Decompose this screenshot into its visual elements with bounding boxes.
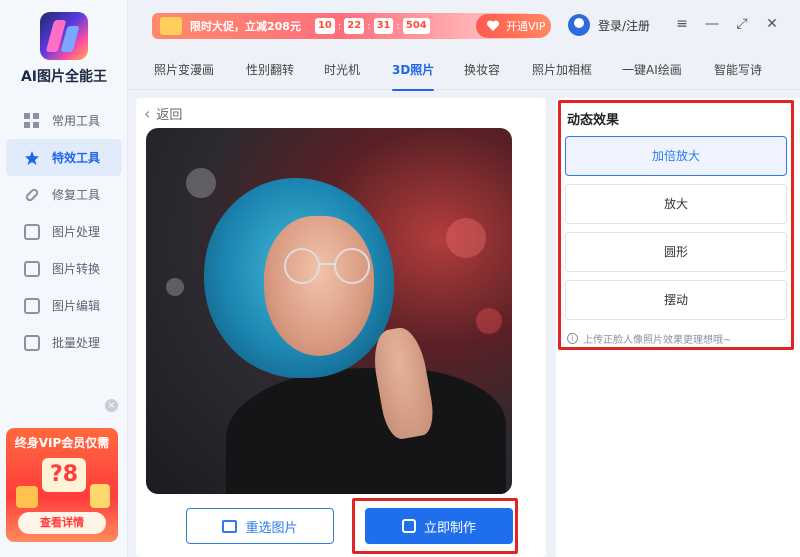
promo-close-icon[interactable]: ×: [105, 399, 118, 412]
effect-zoom[interactable]: 放大: [565, 184, 787, 224]
effects-tip: i 上传正脸人像照片效果更理想哦~: [567, 331, 731, 346]
gift-icon: [160, 17, 182, 35]
open-vip-button[interactable]: 开通VIP: [476, 14, 551, 38]
sidebar-item-batch[interactable]: 批量处理: [6, 324, 122, 361]
convert-icon: [24, 260, 40, 277]
feature-tabs: 照片变漫画 性别翻转 时光机 3D照片 换妆容 照片加相框 一键AI绘画 智能写…: [128, 52, 800, 91]
sidebar-nav: 常用工具 特效工具 修复工具 图片处理 图片转换 图片编辑 批量处理: [6, 102, 122, 361]
login-button[interactable]: 登录/注册: [568, 14, 650, 36]
sidebar-item-repair-tools[interactable]: 修复工具: [6, 176, 122, 213]
dynamic-effects-panel: 动态效果 加倍放大 放大 圆形 摆动 i 上传正脸人像照片效果更理想哦~: [558, 100, 794, 350]
sidebar-item-effect-tools[interactable]: 特效工具: [6, 139, 122, 176]
effect-circle[interactable]: 圆形: [565, 232, 787, 272]
minimize-icon[interactable]: —: [704, 16, 720, 32]
image-icon: [222, 519, 238, 533]
tab-3d-photo[interactable]: 3D照片: [380, 52, 446, 91]
tab-makeup[interactable]: 换妆容: [464, 52, 500, 90]
sidebar-item-label: 图片编辑: [52, 299, 101, 313]
sidebar-item-label: 特效工具: [52, 151, 101, 165]
tab-smart-poem[interactable]: 智能写诗: [714, 52, 762, 90]
reselect-label: 重选图片: [245, 520, 298, 536]
flash-sale-banner[interactable]: 限时大促，立减208元 10 : 22 : 31 : 504: [152, 13, 532, 39]
promo-details-button[interactable]: 查看详情: [18, 512, 106, 534]
edit-icon: [24, 297, 40, 314]
effect-double-zoom[interactable]: 加倍放大: [565, 136, 787, 176]
back-label: 返回: [156, 108, 183, 123]
sidebar-item-image-convert[interactable]: 图片转换: [6, 250, 122, 287]
login-label: 登录/注册: [598, 18, 651, 33]
user-avatar-icon: [568, 14, 590, 36]
tab-gender-swap[interactable]: 性别翻转: [246, 52, 294, 90]
maximize-icon[interactable]: ⤢: [734, 16, 750, 32]
image-icon: [24, 223, 40, 240]
effect-swing[interactable]: 摆动: [565, 280, 787, 320]
vip-promo-card[interactable]: 终身VIP会员仅需 ?8 查看详情: [6, 428, 118, 542]
tab-time-machine[interactable]: 时光机: [324, 52, 360, 90]
sidebar-item-common-tools[interactable]: 常用工具: [6, 102, 122, 139]
promo-price: ?8: [42, 458, 86, 492]
star-icon: [24, 150, 40, 166]
open-vip-label: 开通VIP: [506, 20, 546, 33]
main-panel: ‹ 返回 重选图片 立即制作: [136, 98, 546, 557]
close-icon[interactable]: ✕: [764, 16, 780, 32]
tab-ai-painting[interactable]: 一键AI绘画: [622, 52, 682, 90]
sidebar-item-label: 图片转换: [52, 262, 101, 276]
app-logo: [40, 12, 88, 60]
vip-heart-icon: [486, 19, 500, 33]
gift-icon: [16, 486, 38, 508]
promo-title: 终身VIP会员仅需: [14, 436, 110, 450]
reselect-image-button[interactable]: 重选图片: [186, 508, 334, 544]
make-button-highlight: [352, 498, 518, 554]
upload-icon: [24, 334, 40, 351]
gift-icon: [90, 484, 110, 508]
sidebar-item-label: 图片处理: [52, 225, 101, 239]
bandage-icon: [24, 187, 40, 203]
sidebar-item-label: 批量处理: [52, 336, 101, 350]
sidebar-item-label: 修复工具: [52, 188, 101, 202]
sidebar-item-label: 常用工具: [52, 114, 101, 128]
app-title: AI图片全能王: [20, 69, 108, 85]
countdown-minutes: 22: [344, 18, 365, 34]
preview-image: [146, 128, 512, 494]
countdown-ms: 504: [402, 18, 430, 34]
sidebar-item-image-processing[interactable]: 图片处理: [6, 213, 122, 250]
countdown-hours: 10: [314, 18, 335, 34]
sidebar: AI图片全能王 常用工具 特效工具 修复工具 图片处理 图片转换 图片编辑 批量…: [0, 0, 128, 557]
tab-photo-to-comic[interactable]: 照片变漫画: [154, 52, 214, 90]
sidebar-item-image-edit[interactable]: 图片编辑: [6, 287, 122, 324]
info-icon: i: [567, 333, 578, 344]
menu-icon[interactable]: ≡: [674, 16, 690, 32]
back-button[interactable]: ‹ 返回: [144, 104, 182, 123]
tip-text: 上传正脸人像照片效果更理想哦~: [583, 335, 732, 346]
flash-sale-text: 限时大促，立减208元: [190, 20, 301, 33]
top-bar: 限时大促，立减208元 10 : 22 : 31 : 504 开通VIP 登录/…: [128, 0, 800, 52]
chevron-left-icon: ‹: [144, 104, 151, 123]
grid-icon: [24, 112, 40, 129]
tab-photo-frame[interactable]: 照片加相框: [532, 52, 592, 90]
countdown-seconds: 31: [373, 18, 394, 34]
effects-title: 动态效果: [567, 113, 620, 128]
